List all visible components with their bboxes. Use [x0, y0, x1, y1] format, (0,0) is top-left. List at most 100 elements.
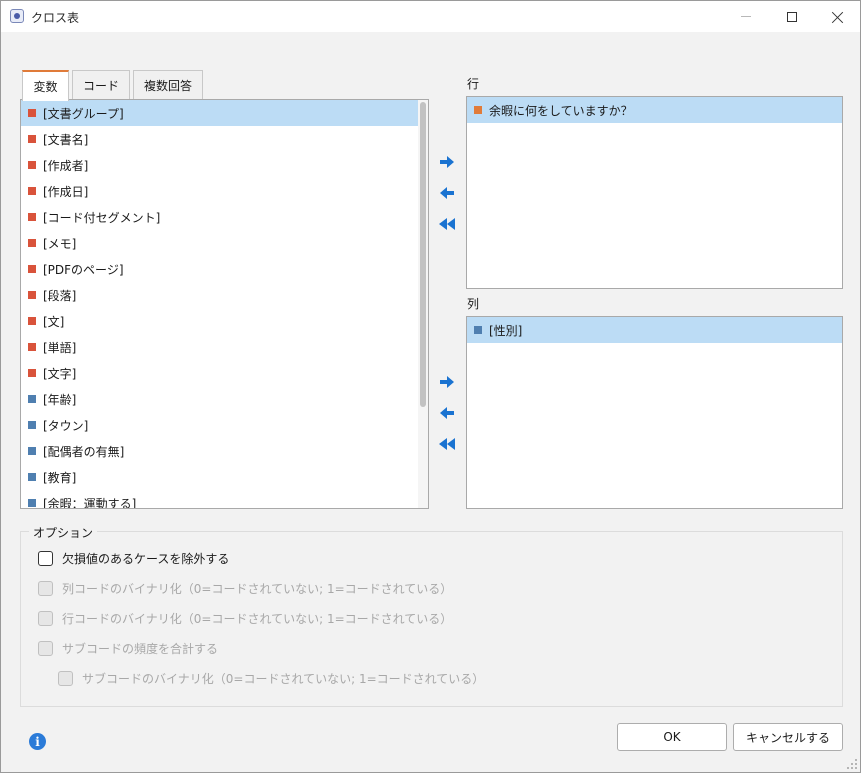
- variable-color-icon: [28, 161, 36, 169]
- binarize-subcodes-label: サブコードのバイナリ化（0=コードされていない; 1=コードされている）: [82, 672, 485, 686]
- list-item[interactable]: [タウン]: [21, 412, 418, 438]
- list-item-label: [配偶者の有無]: [43, 444, 125, 459]
- scrollbar-thumb[interactable]: [420, 102, 426, 407]
- info-icon[interactable]: i: [29, 733, 46, 750]
- minimize-button[interactable]: [723, 1, 769, 32]
- exclude-missing-checkbox[interactable]: [38, 551, 53, 566]
- list-item[interactable]: [段落]: [21, 282, 418, 308]
- tab-codes[interactable]: コード: [72, 70, 130, 100]
- list-item-label: [文]: [43, 314, 65, 329]
- double-arrow-left-icon: [439, 218, 455, 230]
- binarize-subcodes-option: サブコードのバイナリ化（0=コードされていない; 1=コードされている）: [58, 670, 484, 687]
- close-icon: [832, 11, 844, 23]
- app-icon: [10, 9, 24, 23]
- list-item[interactable]: [年齢]: [21, 386, 418, 412]
- list-item-label: [余暇：運動する]: [43, 496, 137, 509]
- variable-color-icon: [28, 473, 36, 481]
- variable-color-icon: [28, 187, 36, 195]
- variable-color-icon: [28, 291, 36, 299]
- arrow-right-icon: [440, 156, 454, 168]
- cancel-button[interactable]: キャンセルする: [733, 723, 843, 751]
- exclude-missing-label: 欠損値のあるケースを除外する: [62, 552, 230, 566]
- options-legend: オプション: [29, 524, 98, 541]
- ok-button[interactable]: OK: [617, 723, 727, 751]
- list-item[interactable]: [文書グループ]: [21, 100, 418, 126]
- list-item-label: [教育]: [43, 470, 77, 485]
- maximize-button[interactable]: [769, 1, 815, 32]
- list-item[interactable]: [作成者]: [21, 152, 418, 178]
- list-item-label: [単語]: [43, 340, 77, 355]
- list-item-label: [メモ]: [43, 236, 77, 251]
- list-item[interactable]: [文書名]: [21, 126, 418, 152]
- list-item-label: [コード付セグメント]: [43, 210, 161, 225]
- list-item[interactable]: [PDFのページ]: [21, 256, 418, 282]
- arrow-right-icon: [440, 376, 454, 388]
- list-item[interactable]: [コード付セグメント]: [21, 204, 418, 230]
- list-item[interactable]: [文]: [21, 308, 418, 334]
- columns-list[interactable]: [性別]: [466, 316, 843, 509]
- variable-color-icon: [28, 265, 36, 273]
- list-item-label: [作成日]: [43, 184, 89, 199]
- binarize-column-codes-label: 列コードのバイナリ化（0=コードされていない; 1=コードされている）: [62, 582, 453, 596]
- variable-color-icon: [474, 106, 482, 114]
- list-item-label: [タウン]: [43, 418, 89, 433]
- rows-label: 行: [467, 77, 480, 91]
- variable-color-icon: [28, 135, 36, 143]
- arrow-left-icon: [440, 187, 454, 199]
- list-item[interactable]: [単語]: [21, 334, 418, 360]
- list-item-label: [文字]: [43, 366, 77, 381]
- sum-subcodes-checkbox: [38, 641, 53, 656]
- remove-all-from-columns-button[interactable]: [438, 435, 456, 453]
- list-item[interactable]: 余暇に何をしていますか？: [467, 97, 842, 123]
- list-item[interactable]: [余暇：運動する]: [21, 490, 418, 509]
- variable-list[interactable]: [文書グループ] [文書名] [作成者] [作成日] [コード付セグメント] […: [20, 99, 429, 509]
- list-item-label: [段落]: [43, 288, 77, 303]
- list-item-label: [PDFのページ]: [43, 262, 124, 277]
- list-item-label: [文書グループ]: [43, 106, 124, 121]
- remove-from-columns-button[interactable]: [438, 404, 456, 422]
- remove-all-from-rows-button[interactable]: [438, 215, 456, 233]
- columns-label: 列: [467, 297, 480, 311]
- list-item[interactable]: [教育]: [21, 464, 418, 490]
- remove-from-rows-button[interactable]: [438, 184, 456, 202]
- list-item[interactable]: [文字]: [21, 360, 418, 386]
- variable-color-icon: [28, 395, 36, 403]
- tab-multiple-responses[interactable]: 複数回答: [133, 70, 203, 100]
- sum-subcodes-label: サブコードの頻度を合計する: [62, 642, 219, 656]
- resize-grip-icon[interactable]: [846, 758, 858, 770]
- binarize-row-codes-label: 行コードのバイナリ化（0=コードされていない; 1=コードされている）: [62, 612, 453, 626]
- variable-list-scrollbar[interactable]: [418, 100, 428, 508]
- list-item[interactable]: [配偶者の有無]: [21, 438, 418, 464]
- variable-color-icon: [28, 421, 36, 429]
- list-item-label: 余暇に何をしていますか？: [489, 103, 633, 118]
- window-title: クロス表: [31, 11, 80, 25]
- variable-color-icon: [28, 239, 36, 247]
- minimize-icon: [741, 16, 751, 17]
- list-item-label: [年齢]: [43, 392, 77, 407]
- exclude-missing-option[interactable]: 欠損値のあるケースを除外する: [38, 550, 229, 567]
- variable-color-icon: [28, 369, 36, 377]
- sum-subcodes-option: サブコードの頻度を合計する: [38, 640, 218, 657]
- list-item[interactable]: [メモ]: [21, 230, 418, 256]
- variable-color-icon: [28, 343, 36, 351]
- binarize-row-codes-option: 行コードのバイナリ化（0=コードされていない; 1=コードされている）: [38, 610, 452, 627]
- binarize-row-codes-checkbox: [38, 611, 53, 626]
- title-bar: クロス表: [1, 1, 860, 32]
- add-to-rows-button[interactable]: [438, 153, 456, 171]
- tab-variables[interactable]: 変数: [22, 70, 69, 101]
- list-item[interactable]: [作成日]: [21, 178, 418, 204]
- close-button[interactable]: [815, 1, 861, 32]
- double-arrow-left-icon: [439, 438, 455, 450]
- crosstab-dialog: クロス表 変数 コード 複数回答 [文書グループ] [文書名] [作成者] [作…: [0, 0, 861, 773]
- list-item-label: [文書名]: [43, 132, 89, 147]
- binarize-column-codes-option: 列コードのバイナリ化（0=コードされていない; 1=コードされている）: [38, 580, 452, 597]
- list-item[interactable]: [性別]: [467, 317, 842, 343]
- variable-color-icon: [28, 447, 36, 455]
- maximize-icon: [787, 11, 797, 22]
- variable-color-icon: [474, 326, 482, 334]
- arrow-left-icon: [440, 407, 454, 419]
- add-to-columns-button[interactable]: [438, 373, 456, 391]
- list-item-label: [作成者]: [43, 158, 89, 173]
- variable-color-icon: [28, 317, 36, 325]
- rows-list[interactable]: 余暇に何をしていますか？: [466, 96, 843, 289]
